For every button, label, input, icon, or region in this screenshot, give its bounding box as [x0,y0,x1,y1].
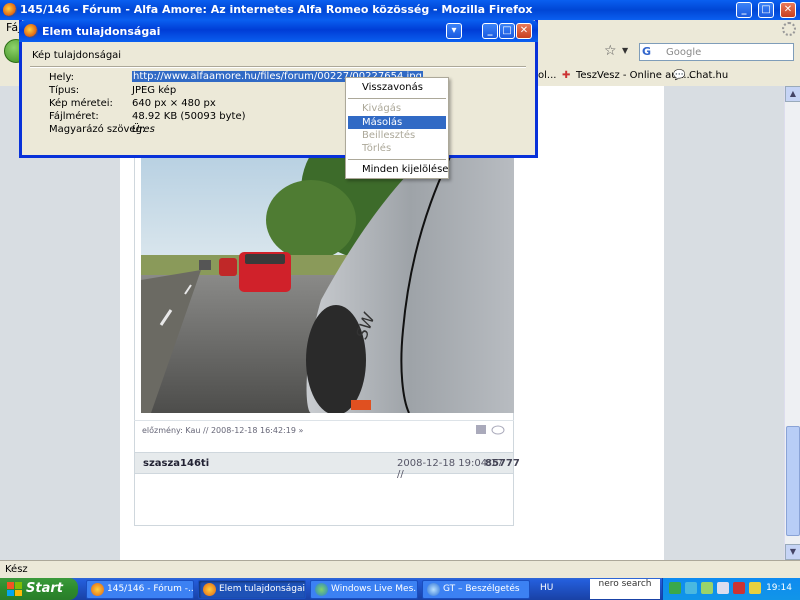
bookmark-star-icon[interactable]: ☆ [604,43,617,59]
vertical-scrollbar[interactable]: ▲ ▼ [784,86,800,560]
task-label: Windows Live Mes... [331,584,418,594]
taskbar-gtalk[interactable]: GT – Beszélgetés [422,580,530,599]
start-label: Start [26,581,63,596]
bookmark-item[interactable]: Chat.hu [689,70,728,81]
clock[interactable]: 19:14 [766,583,792,593]
location-label: Hely: [49,72,75,83]
messenger-icon [315,583,328,596]
chat-icon [427,583,440,596]
search-box[interactable]: G Google [639,43,794,61]
dimensions-value: 640 px × 480 px [132,98,216,109]
windows-logo-icon [7,582,22,596]
dialog-close-button[interactable]: ✕ [516,23,532,39]
menu-separator [348,159,446,160]
menu-separator [348,98,446,99]
post-footer: előzmény: Kau // 2008-12-18 16:42:19 » [134,420,514,438]
scroll-up-button[interactable]: ▲ [785,86,800,102]
status-bar: Kész [0,560,800,578]
dialog-heading: Kép tulajdonságai [32,50,122,61]
taskbar-properties[interactable]: Elem tulajdonságai [198,580,306,599]
firefox-titlebar[interactable]: 145/146 - Fórum - Alfa Amore: Az interne… [0,0,800,20]
search-placeholder: Google [666,47,702,58]
tray-security-icon[interactable] [749,582,761,594]
minimize-button[interactable]: _ [736,2,752,18]
maximize-button[interactable]: □ [758,2,774,18]
forum-post-header: szasza146ti 2008-12-18 19:04:17 // 85777 [134,452,520,480]
firefox-icon [24,24,38,38]
firefox-icon [203,583,216,596]
taskbar: Start 145/146 - Fórum -... Elem tulajdon… [0,578,800,600]
dialog-maximize-button[interactable]: □ [499,23,515,39]
firefox-icon [91,583,104,596]
status-text: Kész [5,564,28,575]
page-margin-right [664,86,784,560]
dialog-title: Elem tulajdonságai [42,25,161,38]
throbber-icon [782,22,796,36]
nero-search-box[interactable]: nero search [590,579,660,599]
menu-item-select-all[interactable]: Minden kijelölése [348,163,448,176]
taskbar-messenger[interactable]: Windows Live Mes... [310,580,418,599]
taskbar-firefox[interactable]: 145/146 - Fórum -... [86,580,194,599]
system-tray: 19:14 [662,578,800,600]
context-menu: Visszavonás Kivágás Másolás Beillesztés … [345,77,449,179]
tray-messenger-icon[interactable] [701,582,713,594]
post-reference[interactable]: előzmény: Kau // 2008-12-18 16:42:19 » [142,426,303,435]
alt-text-value: Üres [132,124,155,135]
alt-text-label: Magyarázó szöveg: [49,124,146,135]
firefox-icon [3,3,17,17]
tray-network-icon[interactable] [685,582,697,594]
teszvesz-icon: ✚ [562,70,571,81]
dialog-separator [30,66,526,68]
filesize-value: 48.92 KB (50093 byte) [132,111,246,122]
task-label: 145/146 - Fórum -... [107,584,194,594]
close-button[interactable]: ✕ [780,2,796,18]
language-indicator[interactable]: HU [540,583,553,593]
dimensions-label: Kép méretei: [49,98,113,109]
dialog-menu-button[interactable]: ▾ [446,23,462,39]
type-value: JPEG kép [132,85,177,96]
bookmark-item[interactable]: ol... [538,70,556,81]
chat-icon: 💬 [673,70,686,81]
post-number[interactable]: 85777 [485,458,520,469]
reply-icons[interactable] [476,424,506,436]
page-column-right [520,86,664,560]
type-label: Típus: [49,85,80,96]
scroll-thumb[interactable] [786,426,800,536]
tray-app-icon[interactable] [669,582,681,594]
google-icon[interactable]: G [642,45,656,59]
menu-item-cut[interactable]: Kivágás [348,102,446,115]
url-dropdown-icon[interactable]: ▼ [622,46,628,55]
properties-dialog: Elem tulajdonságai ▾ _ □ ✕ Kép tulajdons… [19,20,538,158]
dialog-titlebar[interactable]: Elem tulajdonságai ▾ _ □ ✕ [19,20,538,42]
task-label: Elem tulajdonságai [219,584,305,594]
menu-item-undo[interactable]: Visszavonás [348,81,446,94]
start-button[interactable]: Start [0,578,78,600]
task-label: GT – Beszélgetés [443,584,520,594]
bookmark-icon [0,70,8,82]
tray-ati-icon[interactable] [733,582,745,594]
filesize-label: Fájlméret: [49,111,99,122]
tray-volume-icon[interactable] [717,582,729,594]
post-username[interactable]: szasza146ti [143,458,209,469]
dialog-minimize-button[interactable]: _ [482,23,498,39]
firefox-title: 145/146 - Fórum - Alfa Amore: Az interne… [20,3,533,16]
scroll-down-button[interactable]: ▼ [785,544,800,560]
menu-item-copy[interactable]: Másolás [348,116,446,129]
menu-item-delete[interactable]: Törlés [348,142,446,155]
menu-item-paste[interactable]: Beillesztés [348,129,446,142]
